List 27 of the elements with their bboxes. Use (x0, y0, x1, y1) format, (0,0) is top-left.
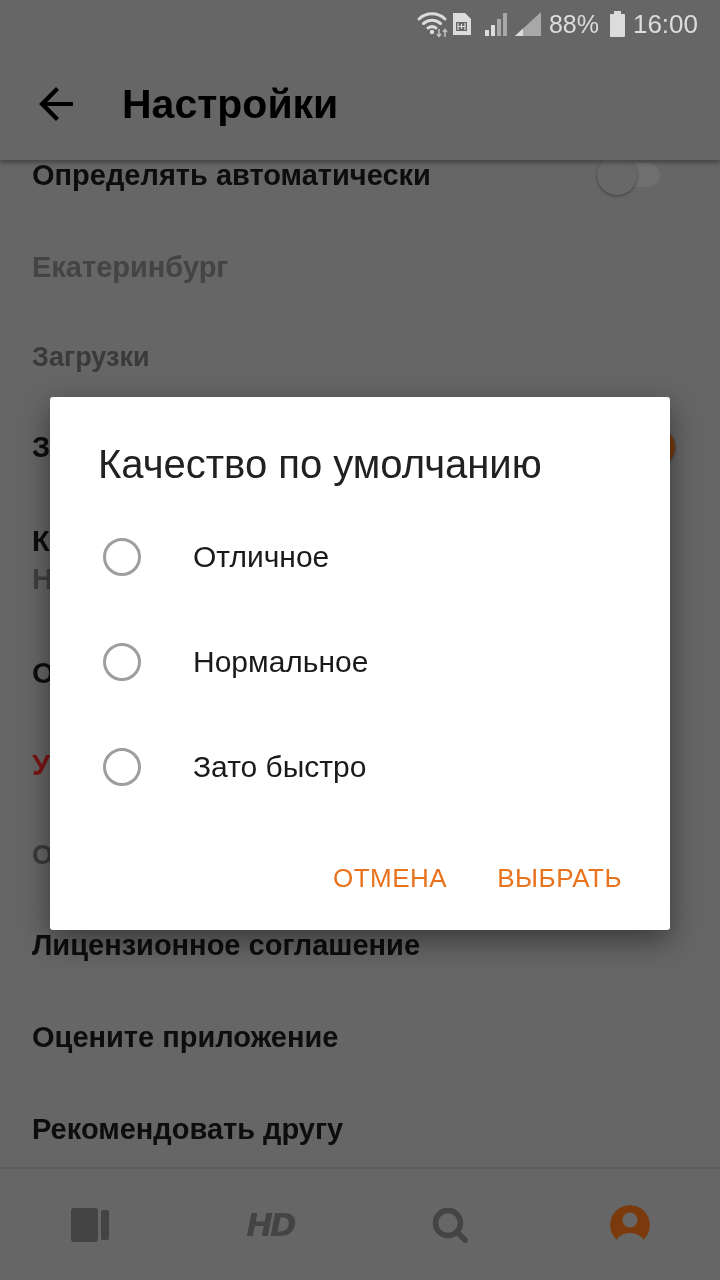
back-arrow-icon (38, 86, 74, 122)
signal-icon (514, 12, 541, 36)
screen-title: Настройки (122, 80, 339, 128)
radio-button[interactable] (103, 642, 141, 681)
setting-label[interactable]: Рекомендовать другу (32, 1112, 344, 1146)
cards-icon (71, 1207, 109, 1242)
radio-button[interactable] (103, 537, 141, 576)
confirm-button[interactable]: ВЫБРАТЬ (489, 850, 630, 906)
option-label[interactable]: Отличное (193, 538, 330, 575)
radio-button[interactable] (103, 747, 141, 786)
wifi-icon (416, 10, 449, 38)
option-label[interactable]: Нормальное (193, 643, 369, 680)
option-label[interactable]: Зато быстро (193, 748, 367, 785)
battery-icon (609, 11, 625, 37)
signal-icon (484, 12, 507, 36)
setting-label[interactable]: У (32, 748, 51, 782)
dialog-title: Качество по умолчанию (98, 442, 543, 486)
sim-card-icon (450, 11, 473, 37)
clock-time: 16:00 (632, 9, 698, 39)
battery-percent: 88% (548, 9, 599, 39)
cancel-button[interactable]: ОТМЕНА (325, 850, 456, 906)
search-icon (432, 1206, 468, 1243)
setting-label: З (32, 430, 51, 464)
setting-label[interactable]: Оцените приложение (32, 1020, 339, 1054)
setting-label: Определять автоматически (32, 160, 431, 192)
setting-label[interactable]: Лицензионное соглашение (32, 928, 421, 962)
setting-label[interactable]: К (32, 522, 53, 560)
